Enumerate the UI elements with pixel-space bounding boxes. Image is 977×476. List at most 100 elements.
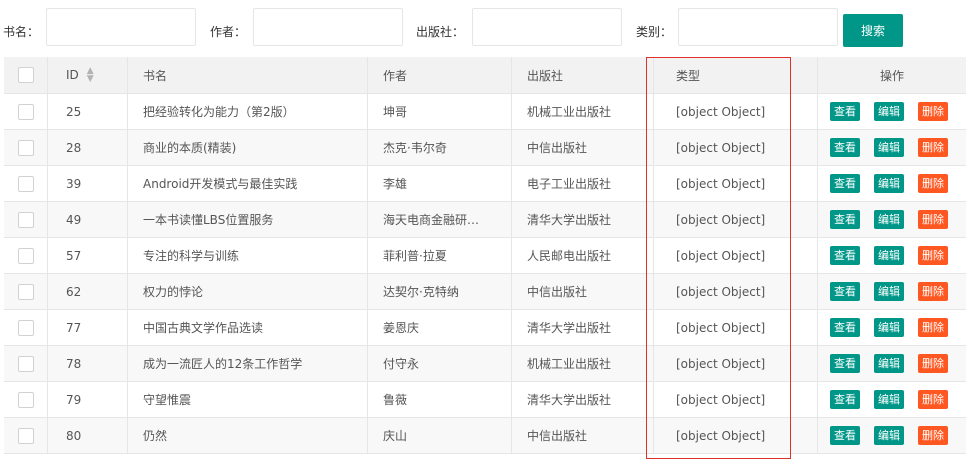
cell-name: 把经验转化为能力（第2版） xyxy=(128,94,368,129)
header-id-label: ID xyxy=(66,68,79,82)
cell-operation: 查看 编辑 删除 xyxy=(818,382,966,417)
table-row: 79 守望惟震 鲁薇 清华大学出版社 [object Object] 查看 编辑 删除 xyxy=(4,382,966,418)
header-operation-label: 操作 xyxy=(879,68,904,83)
name-input[interactable] xyxy=(46,8,196,46)
cell-operation: 查看 编辑 删除 xyxy=(818,274,966,309)
cell-type: [object Object] xyxy=(654,238,818,273)
row-checkbox[interactable] xyxy=(17,247,34,264)
header-name: 书名 xyxy=(128,57,368,93)
delete-button[interactable]: 删除 xyxy=(918,138,948,157)
edit-button[interactable]: 编辑 xyxy=(874,426,904,445)
cell-publisher: 机械工业出版社 xyxy=(512,346,654,381)
header-author-label: 作者 xyxy=(383,68,408,83)
row-checkbox[interactable] xyxy=(17,175,34,192)
edit-button[interactable]: 编辑 xyxy=(874,282,904,301)
cell-operation: 查看 编辑 删除 xyxy=(818,238,966,273)
cell-type: [object Object] xyxy=(654,346,818,381)
cell-type: [object Object] xyxy=(654,418,818,453)
edit-button[interactable]: 编辑 xyxy=(874,174,904,193)
cell-id: 25 xyxy=(48,94,128,129)
view-button[interactable]: 查看 xyxy=(830,318,860,337)
cell-author: 李雄 xyxy=(368,166,512,201)
row-checkbox-cell xyxy=(4,382,48,417)
cell-operation: 查看 编辑 删除 xyxy=(818,346,966,381)
edit-button[interactable]: 编辑 xyxy=(874,246,904,265)
author-input[interactable] xyxy=(253,8,403,46)
cell-id: 49 xyxy=(48,202,128,237)
cell-author: 付守永 xyxy=(368,346,512,381)
row-checkbox[interactable] xyxy=(17,427,34,444)
select-all-checkbox[interactable] xyxy=(17,67,34,83)
category-input[interactable] xyxy=(678,8,838,46)
row-checkbox-cell xyxy=(4,346,48,381)
view-button[interactable]: 查看 xyxy=(830,138,860,157)
view-button[interactable]: 查看 xyxy=(830,354,860,373)
edit-button[interactable]: 编辑 xyxy=(874,390,904,409)
row-checkbox[interactable] xyxy=(17,211,34,228)
search-button[interactable]: 搜索 xyxy=(843,14,903,47)
row-checkbox-cell xyxy=(4,202,48,237)
cell-id: 39 xyxy=(48,166,128,201)
table-body: 25 把经验转化为能力（第2版） 坤哥 机械工业出版社 [object Object] 查… xyxy=(4,94,966,454)
header-type: 类型 xyxy=(654,57,818,93)
delete-button[interactable]: 删除 xyxy=(918,318,948,337)
book-table: ID ▲ ▼ 书名 作者 出版社 类型 操作 25 把经验转化为能力（第2版） 坤哥机… xyxy=(4,57,966,454)
cell-author: 杰克·韦尔奇 xyxy=(368,130,512,165)
edit-button[interactable]: 编辑 xyxy=(874,138,904,157)
view-button[interactable]: 查看 xyxy=(830,174,860,193)
view-button[interactable]: 查看 xyxy=(830,102,860,121)
table-row: 62 权力的悖论 达契尔·克特纳 中信出版社 [object Object] 查看 编辑 删除 xyxy=(4,274,966,310)
category-label: 类别： xyxy=(636,25,673,39)
view-button[interactable]: 查看 xyxy=(830,210,860,229)
cell-operation: 查看 编辑 删除 xyxy=(818,166,966,201)
view-button[interactable]: 查看 xyxy=(830,390,860,409)
delete-button[interactable]: 删除 xyxy=(918,246,948,265)
row-checkbox[interactable] xyxy=(17,139,34,156)
row-checkbox[interactable] xyxy=(17,283,34,300)
header-id[interactable]: ID ▲ ▼ xyxy=(48,57,128,93)
cell-name: Android开发模式与最佳实践 xyxy=(128,166,368,201)
row-checkbox[interactable] xyxy=(17,355,34,372)
delete-button[interactable]: 删除 xyxy=(918,102,948,121)
table-row: 80 仍然 庆山 中信出版社 [object Object] 查看 编辑 删除 xyxy=(4,418,966,454)
delete-button[interactable]: 删除 xyxy=(918,282,948,301)
cell-id: 62 xyxy=(48,274,128,309)
publisher-label: 出版社： xyxy=(416,25,465,39)
delete-button[interactable]: 删除 xyxy=(918,210,948,229)
delete-button[interactable]: 删除 xyxy=(918,426,948,445)
view-button[interactable]: 查看 xyxy=(830,426,860,445)
search-bar: 书名： 作者： 出版社： 类别： 搜索 xyxy=(0,0,977,56)
view-button[interactable]: 查看 xyxy=(830,246,860,265)
delete-button[interactable]: 删除 xyxy=(918,354,948,373)
row-checkbox[interactable] xyxy=(17,391,34,408)
cell-name: 中国古典文学作品选读 xyxy=(128,310,368,345)
cell-name: 商业的本质(精装) xyxy=(128,130,368,165)
table-row: 28 商业的本质(精装) 杰克·韦尔奇 中信出版社 [object Object] 查看编… xyxy=(4,130,966,166)
row-checkbox-cell xyxy=(4,238,48,273)
edit-button[interactable]: 编辑 xyxy=(874,318,904,337)
cell-name: 权力的悖论 xyxy=(128,274,368,309)
cell-id: 79 xyxy=(48,382,128,417)
row-checkbox[interactable] xyxy=(17,319,34,336)
view-button[interactable]: 查看 xyxy=(830,282,860,301)
delete-button[interactable]: 删除 xyxy=(918,174,948,193)
cell-type: [object Object] xyxy=(654,382,818,417)
cell-publisher: 人民邮电出版社 xyxy=(512,238,654,273)
publisher-input[interactable] xyxy=(472,8,622,46)
edit-button[interactable]: 编辑 xyxy=(874,102,904,121)
header-author: 作者 xyxy=(368,57,512,93)
sort-icon[interactable]: ▲ ▼ xyxy=(87,67,94,84)
delete-button[interactable]: 删除 xyxy=(918,390,948,409)
edit-button[interactable]: 编辑 xyxy=(874,354,904,373)
cell-author: 姜恩庆 xyxy=(368,310,512,345)
cell-publisher: 清华大学出版社 xyxy=(512,382,654,417)
cell-type: [object Object] xyxy=(654,94,818,129)
cell-publisher: 机械工业出版社 xyxy=(512,94,654,129)
cell-name: 专注的科学与训练 xyxy=(128,238,368,273)
cell-type: [object Object] xyxy=(654,274,818,309)
row-checkbox[interactable] xyxy=(17,103,34,120)
cell-name: 成为一流匠人的12条工作哲学 xyxy=(128,346,368,381)
cell-type: [object Object] xyxy=(654,310,818,345)
cell-id: 80 xyxy=(48,418,128,453)
edit-button[interactable]: 编辑 xyxy=(874,210,904,229)
